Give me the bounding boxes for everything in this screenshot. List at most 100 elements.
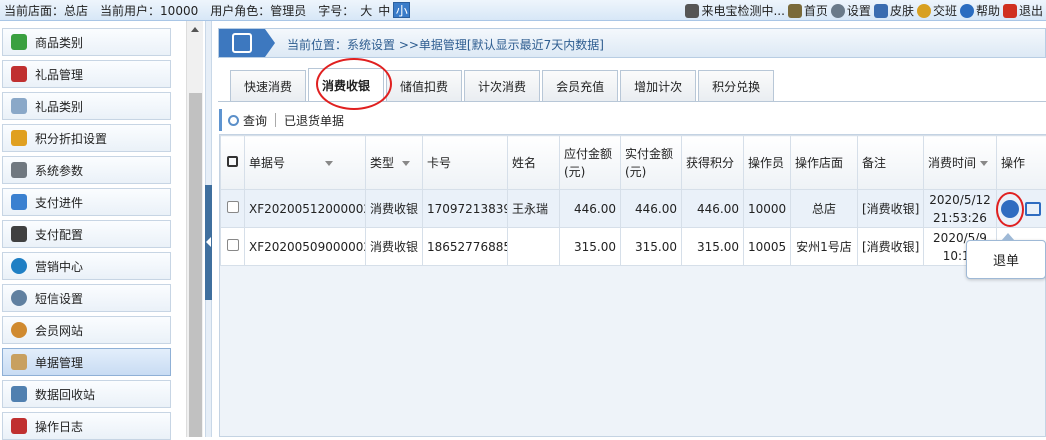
- member-site-icon: [11, 322, 27, 338]
- table-row[interactable]: XF20200509000002 消费收银 18652776885 315.00…: [221, 228, 1046, 266]
- role-info: 用户角色：管理员: [210, 2, 306, 19]
- col-card-no[interactable]: 卡号: [423, 136, 508, 190]
- help-icon: [960, 4, 974, 18]
- role-label: 用户角色：: [210, 4, 270, 18]
- tab-quick-consume[interactable]: 快速消费: [230, 70, 306, 101]
- sidebar: 商品类别 礼品管理 礼品类别 积分折扣设置 系统参数 支付进件 支付配置 营销中…: [0, 21, 175, 437]
- caller-id-label: 来电宝检测中...: [701, 2, 784, 19]
- col-points-earned[interactable]: 获得积分: [682, 136, 744, 190]
- phone-icon: [685, 4, 699, 18]
- collapse-sidebar-toggle[interactable]: [205, 185, 212, 300]
- store-cell: 总店: [791, 190, 858, 228]
- points-icon: [11, 130, 27, 146]
- col-remark[interactable]: 备注: [858, 136, 924, 190]
- select-all-header[interactable]: [221, 136, 245, 190]
- sidebar-item-document-management[interactable]: 单据管理: [2, 348, 171, 376]
- settings-link[interactable]: 设置: [831, 2, 871, 19]
- shift-link[interactable]: 交班: [917, 2, 957, 19]
- highlight-ring-tab: [316, 58, 392, 110]
- sidebar-item-gift-category[interactable]: 礼品类别: [2, 92, 171, 120]
- skin-link[interactable]: 皮肤: [874, 2, 914, 19]
- header-label: 姓名: [512, 156, 536, 170]
- remark-cell: [消费收银]: [858, 228, 924, 266]
- col-type[interactable]: 类型: [366, 136, 423, 190]
- font-size-large[interactable]: 大: [360, 2, 372, 19]
- row-checkbox[interactable]: [227, 201, 239, 213]
- time-clock: 21:53:26: [928, 209, 992, 227]
- sidebar-item-payment-onboarding[interactable]: 支付进件: [2, 188, 171, 216]
- sidebar-item-gift-management[interactable]: 礼品管理: [2, 60, 171, 88]
- table-row[interactable]: XF20200512000002 消费收银 17097213839 王永瑞 44…: [221, 190, 1046, 228]
- sidebar-item-marketing[interactable]: 营销中心: [2, 252, 171, 280]
- skin-label: 皮肤: [890, 2, 914, 19]
- points-cell: 315.00: [682, 228, 744, 266]
- sidebar-item-member-site[interactable]: 会员网站: [2, 316, 171, 344]
- sidebar-item-product-category[interactable]: 商品类别: [2, 28, 171, 56]
- collapse-arrow-icon: [206, 237, 211, 247]
- font-size-small[interactable]: 小: [393, 2, 410, 18]
- tab-label: 储值扣费: [400, 78, 448, 95]
- header-label: 类型: [370, 156, 394, 170]
- header-label: 操作员: [748, 156, 784, 170]
- breadcrumb: 当前位置：系统设置 >>单据管理[默认显示最近7天内数据]: [218, 28, 1046, 58]
- header-label: 应付金额(元): [564, 145, 614, 181]
- home-link[interactable]: 首页: [788, 2, 828, 19]
- operator-cell: 10000: [744, 190, 791, 228]
- order-id-cell: XF20200512000002: [245, 190, 366, 228]
- due-cell: 315.00: [560, 228, 621, 266]
- row-checkbox[interactable]: [227, 239, 239, 251]
- col-operator[interactable]: 操作员: [744, 136, 791, 190]
- search-button[interactable]: 查询: [228, 112, 267, 129]
- breadcrumb-text: 当前位置：系统设置 >>单据管理[默认显示最近7天内数据]: [287, 36, 604, 53]
- help-label: 帮助: [976, 2, 1000, 19]
- sidebar-item-label: 营销中心: [35, 258, 83, 275]
- sidebar-item-payment-config[interactable]: 支付配置: [2, 220, 171, 248]
- user-label: 当前用户：: [100, 4, 160, 18]
- points-cell: 446.00: [682, 190, 744, 228]
- caller-id-status[interactable]: 来电宝检测中...: [685, 2, 784, 19]
- col-consume-time[interactable]: 消费时间: [924, 136, 997, 190]
- scroll-up-arrow-icon[interactable]: [191, 27, 199, 32]
- recycle-icon: [11, 386, 27, 402]
- tooltip-text: 退单: [993, 250, 1019, 269]
- help-link[interactable]: 帮助: [960, 2, 1000, 19]
- session-info: 当前店面：总店 当前用户：10000 用户角色：管理员 字号： 大 中 小: [0, 2, 422, 19]
- shift-label: 交班: [933, 2, 957, 19]
- sidebar-item-label: 礼品管理: [35, 66, 83, 83]
- toolbar: 查询 已退货单据: [219, 109, 1046, 131]
- document-icon: [11, 354, 27, 370]
- gift-category-icon: [11, 98, 27, 114]
- type-cell: 消费收银: [366, 190, 423, 228]
- col-name[interactable]: 姓名: [508, 136, 560, 190]
- sidebar-item-system-params[interactable]: 系统参数: [2, 156, 171, 184]
- tab-stored-value-deduct[interactable]: 储值扣费: [386, 70, 462, 101]
- sidebar-item-label: 礼品类别: [35, 98, 83, 115]
- col-order-id[interactable]: 单据号: [245, 136, 366, 190]
- col-store[interactable]: 操作店面: [791, 136, 858, 190]
- col-amount-due[interactable]: 应付金额(元): [560, 136, 621, 190]
- name-cell: 王永瑞: [508, 190, 560, 228]
- tab-count-consume[interactable]: 计次消费: [464, 70, 540, 101]
- sidebar-scrollbar[interactable]: [186, 21, 203, 437]
- header-label: 操作店面: [795, 156, 843, 170]
- breadcrumb-home-button[interactable]: [219, 29, 265, 57]
- sidebar-item-sms-settings[interactable]: 短信设置: [2, 284, 171, 312]
- col-amount-paid[interactable]: 实付金额(元): [621, 136, 682, 190]
- exit-link[interactable]: 退出: [1003, 2, 1043, 19]
- font-size-medium[interactable]: 中: [378, 2, 390, 19]
- tab-add-count[interactable]: 增加计次: [620, 70, 696, 101]
- tab-member-recharge[interactable]: 会员充值: [542, 70, 618, 101]
- store-cell: 安州1号店: [791, 228, 858, 266]
- sidebar-item-recycle-bin[interactable]: 数据回收站: [2, 380, 171, 408]
- print-icon[interactable]: [1025, 202, 1041, 216]
- tab-label: 积分兑换: [712, 78, 760, 95]
- tab-points-exchange[interactable]: 积分兑换: [698, 70, 774, 101]
- sidebar-item-operation-log[interactable]: 操作日志: [2, 412, 171, 440]
- row-checkbox-cell: [221, 228, 245, 266]
- returned-orders-button[interactable]: 已退货单据: [284, 112, 344, 129]
- marketing-icon: [11, 258, 27, 274]
- sort-icon: [980, 161, 988, 166]
- highlight-ring-refund: [996, 192, 1024, 227]
- scrollbar-thumb[interactable]: [189, 93, 202, 437]
- sidebar-item-points-discount[interactable]: 积分折扣设置: [2, 124, 171, 152]
